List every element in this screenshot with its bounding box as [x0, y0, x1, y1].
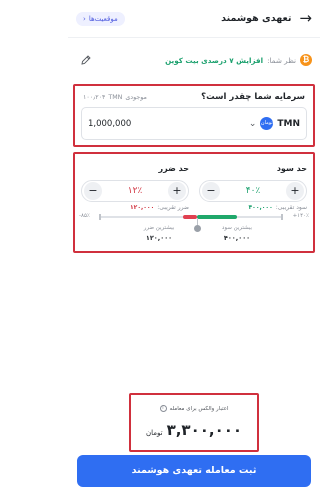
edit-pencil-icon[interactable]: [80, 54, 92, 66]
prediction-row: ₿ نظر شما: افزایش ۷ درصدی بیت کوین: [68, 52, 320, 68]
investment-head: سرمایه شما چقدر است؟ موجودی TMN ۱۰۰٫۲۰۴: [83, 91, 305, 103]
investment-question: سرمایه شما چقدر است؟: [201, 92, 305, 102]
balance-value: ۱۰۰٫۲۰۴: [83, 93, 106, 101]
take-profit-column: حد سود + ۴۰٪ − سود تقریبی: ۴۰۰,۰۰۰: [199, 164, 308, 211]
funding-unit: تومان: [145, 429, 163, 437]
page-title: تعهدی هوشمند: [221, 13, 292, 24]
take-profit-decrease-button[interactable]: −: [202, 182, 221, 200]
take-profit-approx: سود تقریبی: ۴۰۰,۰۰۰: [199, 204, 308, 211]
slider-tick-left: [99, 214, 101, 220]
back-arrow-icon[interactable]: →: [299, 11, 312, 26]
stop-loss-decrease-button[interactable]: −: [84, 182, 103, 200]
stop-loss-increase-button[interactable]: +: [168, 182, 186, 200]
submit-trade-button[interactable]: ثبت معامله تعهدی هوشمند: [77, 455, 311, 487]
header: → تعهدی هوشمند موقعیت‌ها ‹: [68, 0, 320, 38]
investment-amount-field[interactable]: TMN تومان ⌄ 1,000,000: [81, 107, 307, 140]
stop-loss-column: حد ضرر + ۱۲٪ − ضرر تقریبی: ۱۲۰,۰۰۰: [81, 164, 189, 211]
slider-min-label: -۸۵٪: [79, 213, 90, 219]
take-profit-percent[interactable]: ۴۰٪: [246, 186, 261, 196]
take-profit-title: حد سود: [276, 164, 307, 173]
balance-unit: TMN: [108, 93, 123, 101]
max-profit-value: ۴۰۰,۰۰۰: [223, 234, 251, 242]
positions-label: موقعیت‌ها: [88, 14, 118, 23]
slider-loss-segment: [183, 215, 197, 219]
investment-amount-input[interactable]: 1,000,000: [88, 119, 131, 129]
take-profit-increase-button[interactable]: +: [286, 182, 304, 200]
info-icon[interactable]: i: [159, 405, 167, 412]
take-profit-approx-label: سود تقریبی:: [275, 204, 307, 211]
stop-loss-approx-value: ۱۲۰,۰۰۰: [130, 204, 155, 211]
max-profit-label: بیشترین سود: [221, 225, 253, 231]
range-slider[interactable]: -۸۵٪ +۱۴۰٪ بیشترین سود ۴۰۰,۰۰۰ بیشترین ض…: [75, 212, 313, 250]
chevron-down-icon: ⌄: [248, 118, 257, 129]
prediction-label: نظر شما:: [267, 55, 296, 65]
prediction-text: ₿ نظر شما: افزایش ۷ درصدی بیت کوین: [165, 54, 312, 66]
bitcoin-icon: ₿: [300, 54, 312, 66]
balance-label: موجودی: [125, 93, 147, 101]
positions-button[interactable]: موقعیت‌ها ‹: [76, 11, 125, 26]
slider-handle[interactable]: [194, 225, 201, 232]
stop-loss-title: حد ضرر: [158, 164, 189, 173]
funding-label: اعتبار والکس برای معامله: [169, 405, 229, 412]
funding-value: ۳,۳۰۰,۰۰۰: [166, 421, 243, 439]
header-title-group: → تعهدی هوشمند: [221, 11, 312, 26]
chevron-left-icon: ‹: [83, 14, 86, 23]
funding-value-row: ۳,۳۰۰,۰۰۰ تومان: [131, 421, 257, 439]
take-profit-stepper[interactable]: + ۴۰٪ −: [199, 180, 307, 202]
funding-section: اعتبار والکس برای معامله i ۳,۳۰۰,۰۰۰ توم…: [129, 393, 259, 452]
slider-max-label: +۱۴۰٪: [292, 213, 309, 219]
stop-loss-approx: ضرر تقریبی: ۱۲۰,۰۰۰: [81, 204, 189, 211]
tp-sl-section: حد سود + ۴۰٪ − سود تقریبی: ۴۰۰,۰۰۰ حد ضر…: [73, 152, 315, 253]
max-loss-value: ۱۲۰,۰۰۰: [145, 234, 173, 242]
max-loss-label: بیشترین ضرر: [143, 225, 175, 231]
stop-loss-percent[interactable]: ۱۲٪: [128, 186, 143, 196]
slider-tick-right: [281, 214, 283, 220]
toman-coin-icon: تومان: [260, 117, 274, 130]
currency-selector[interactable]: TMN تومان ⌄: [249, 117, 300, 130]
slider-profit-segment: [197, 215, 237, 219]
stop-loss-stepper[interactable]: + ۱۲٪ −: [81, 180, 189, 202]
funding-label-row: اعتبار والکس برای معامله i: [131, 405, 257, 412]
stop-loss-approx-label: ضرر تقریبی:: [157, 204, 189, 211]
take-profit-approx-value: ۴۰۰,۰۰۰: [248, 204, 273, 211]
investment-section: سرمایه شما چقدر است؟ موجودی TMN ۱۰۰٫۲۰۴ …: [73, 84, 315, 147]
balance: موجودی TMN ۱۰۰٫۲۰۴: [83, 94, 147, 101]
prediction-value: افزایش ۷ درصدی بیت کوین: [165, 55, 264, 65]
currency-code: TMN: [277, 118, 300, 129]
